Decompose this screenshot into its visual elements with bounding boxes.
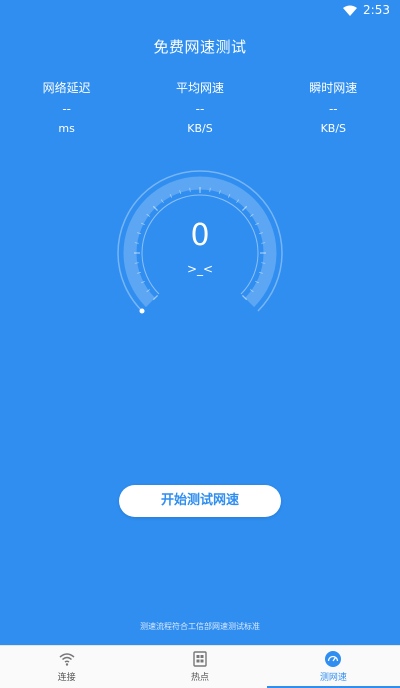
gauge-speed-value: 0 [190, 218, 210, 253]
bottom-nav: 连接 热点 测网速 [0, 645, 400, 688]
status-icons: 2:53 [343, 3, 390, 17]
speedometer-dial-icon [117, 170, 283, 314]
speedometer-icon [325, 651, 342, 667]
hotspot-icon [193, 651, 207, 667]
nav-item-speed-test[interactable]: 测网速 [266, 646, 400, 688]
start-test-button[interactable]: 开始测试网速 [119, 485, 281, 517]
stat-value: -- [328, 102, 338, 116]
stat-value: -- [195, 102, 205, 116]
page-title: 免费网速测试 [153, 38, 247, 56]
stat-unit: KB/S [187, 122, 213, 135]
stat-label: 网络延迟 [42, 81, 91, 95]
wifi-icon [59, 653, 75, 666]
nav-label: 连接 [57, 673, 76, 683]
wifi-signal-icon [343, 5, 358, 16]
footnote: 测速流程符合工信部网速测试标准 [140, 622, 260, 631]
stats-row: 网络延迟 -- ms 平均网速 -- KB/S 瞬时网速 -- KB/S [0, 80, 400, 136]
nav-label: 测网速 [319, 673, 347, 683]
speed-test-screen: 2:53 免费网速测试 网络延迟 -- ms 平均网速 -- KB/S 瞬时网速… [0, 0, 400, 688]
speed-gauge: 0 >_< [115, 168, 285, 338]
nav-item-connect[interactable]: 连接 [0, 646, 133, 688]
stat-instant-speed: 瞬时网速 -- KB/S [278, 80, 388, 136]
status-time: 2:53 [363, 3, 390, 17]
stat-average-speed: 平均网速 -- KB/S [145, 80, 255, 136]
nav-label: 热点 [190, 673, 209, 683]
stat-latency: 网络延迟 -- ms [12, 80, 122, 136]
nav-item-hotspot[interactable]: 热点 [133, 646, 266, 688]
stat-value: -- [62, 102, 71, 116]
stat-unit: KB/S [320, 122, 347, 135]
stat-label: 平均网速 [175, 81, 224, 95]
status-bar: 2:53 [0, 0, 400, 22]
stat-unit: ms [58, 122, 75, 135]
gauge-status-face: >_< [186, 262, 214, 276]
stat-label: 瞬时网速 [309, 81, 358, 95]
